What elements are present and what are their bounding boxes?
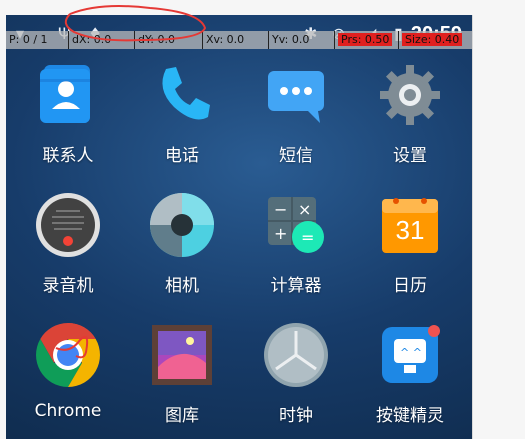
keysprite-icon: ^ ^: [374, 319, 446, 391]
camera-icon: [146, 189, 218, 261]
app-label-gallery: 图库: [165, 406, 199, 426]
chrome-icon: [32, 319, 104, 391]
calendar-icon: 31: [374, 189, 446, 261]
size: Size: 0.40: [398, 31, 472, 49]
app-contacts[interactable]: 联系人: [10, 59, 126, 166]
app-label-contacts: 联系人: [42, 146, 94, 166]
pressure: Prs: 0.50: [334, 31, 398, 49]
velocity-y: Yv: 0.0: [268, 31, 330, 49]
app-calculator[interactable]: − × + = 计算器: [238, 189, 354, 296]
clock-icon: [260, 319, 332, 391]
delta-x: dX: 0.0: [68, 31, 130, 49]
app-messages[interactable]: 短信: [238, 59, 354, 166]
svg-text:×: ×: [298, 200, 311, 219]
svg-text:−: −: [274, 200, 287, 219]
app-recorder[interactable]: 录音机: [10, 189, 126, 296]
app-label-recorder: 录音机: [42, 276, 94, 296]
app-label-chrome: Chrome: [34, 401, 102, 421]
app-label-calculator: 计算器: [270, 276, 322, 296]
svg-text:^ ^: ^ ^: [400, 346, 422, 359]
app-keysprite[interactable]: ^ ^ 按键精灵: [352, 319, 468, 426]
recorder-icon: [32, 189, 104, 261]
app-label-phone: 电话: [165, 146, 199, 166]
gallery-icon: [146, 319, 218, 391]
settings-icon: [374, 59, 446, 131]
app-chrome[interactable]: Chrome: [10, 319, 126, 421]
app-label-keysprite: 按键精灵: [376, 406, 444, 426]
app-label-messages: 短信: [279, 146, 313, 166]
calculator-icon: − × + =: [260, 189, 332, 261]
pressure-label: Prs: 0.50: [338, 33, 393, 46]
pointer-location-overlay: P: 0 / 1 dX: 0.0 dY: 0.0 Xv: 0.0 Yv: 0.0…: [6, 31, 472, 49]
contacts-icon: [32, 59, 104, 131]
velocity-x: Xv: 0.0: [202, 31, 264, 49]
app-clock[interactable]: 时钟: [238, 319, 354, 426]
app-label-settings: 设置: [393, 146, 427, 166]
app-label-camera: 相机: [165, 276, 199, 296]
app-label-calendar: 日历: [393, 276, 427, 296]
phone-screen: ▾ Ψ ♦ ✱ ⊘ ◢ ▮ 20:59 P: 0 / 1 dX: 0.0 dY:…: [6, 15, 473, 439]
app-camera[interactable]: 相机: [124, 189, 240, 296]
app-label-clock: 时钟: [279, 406, 313, 426]
app-settings[interactable]: 设置: [352, 59, 468, 166]
size-label: Size: 0.40: [402, 33, 463, 46]
calendar-day: 31: [395, 215, 425, 245]
messages-icon: [260, 59, 332, 131]
app-gallery[interactable]: 图库: [124, 319, 240, 426]
svg-text:=: =: [301, 228, 314, 247]
delta-y: dY: 0.0: [134, 31, 196, 49]
svg-text:+: +: [274, 224, 287, 243]
phone-icon: [146, 59, 218, 131]
app-calendar[interactable]: 31 日历: [352, 189, 468, 296]
app-phone[interactable]: 电话: [124, 59, 240, 166]
pointer-count: P: 0 / 1: [9, 33, 48, 46]
